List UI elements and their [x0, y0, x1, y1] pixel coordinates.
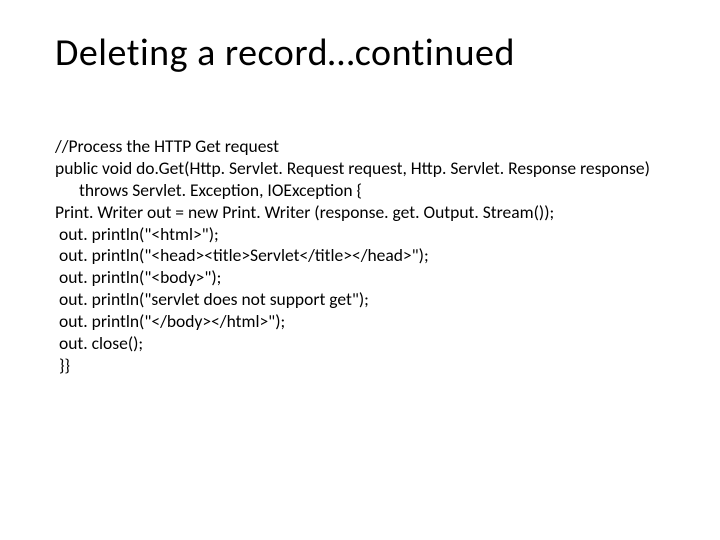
- code-line: }}: [55, 355, 665, 377]
- slide: Deleting a record…continued //Process th…: [0, 0, 720, 540]
- code-line: public void do.Get(Http. Servlet. Reques…: [55, 158, 665, 202]
- code-line: out. println("servlet does not support g…: [55, 289, 665, 311]
- slide-title: Deleting a record…continued: [55, 30, 665, 76]
- code-block: //Process the HTTP Get request public vo…: [55, 136, 665, 377]
- code-line: out. println("</body></html>");: [55, 311, 665, 333]
- code-line: //Process the HTTP Get request: [55, 136, 665, 158]
- code-line: out. println("<head><title>Servlet</titl…: [55, 245, 665, 267]
- code-line: out. close();: [55, 333, 665, 355]
- code-line: out. println("<html>");: [55, 224, 665, 246]
- code-line: Print. Writer out = new Print. Writer (r…: [55, 202, 665, 224]
- code-line: out. println("<body>");: [55, 267, 665, 289]
